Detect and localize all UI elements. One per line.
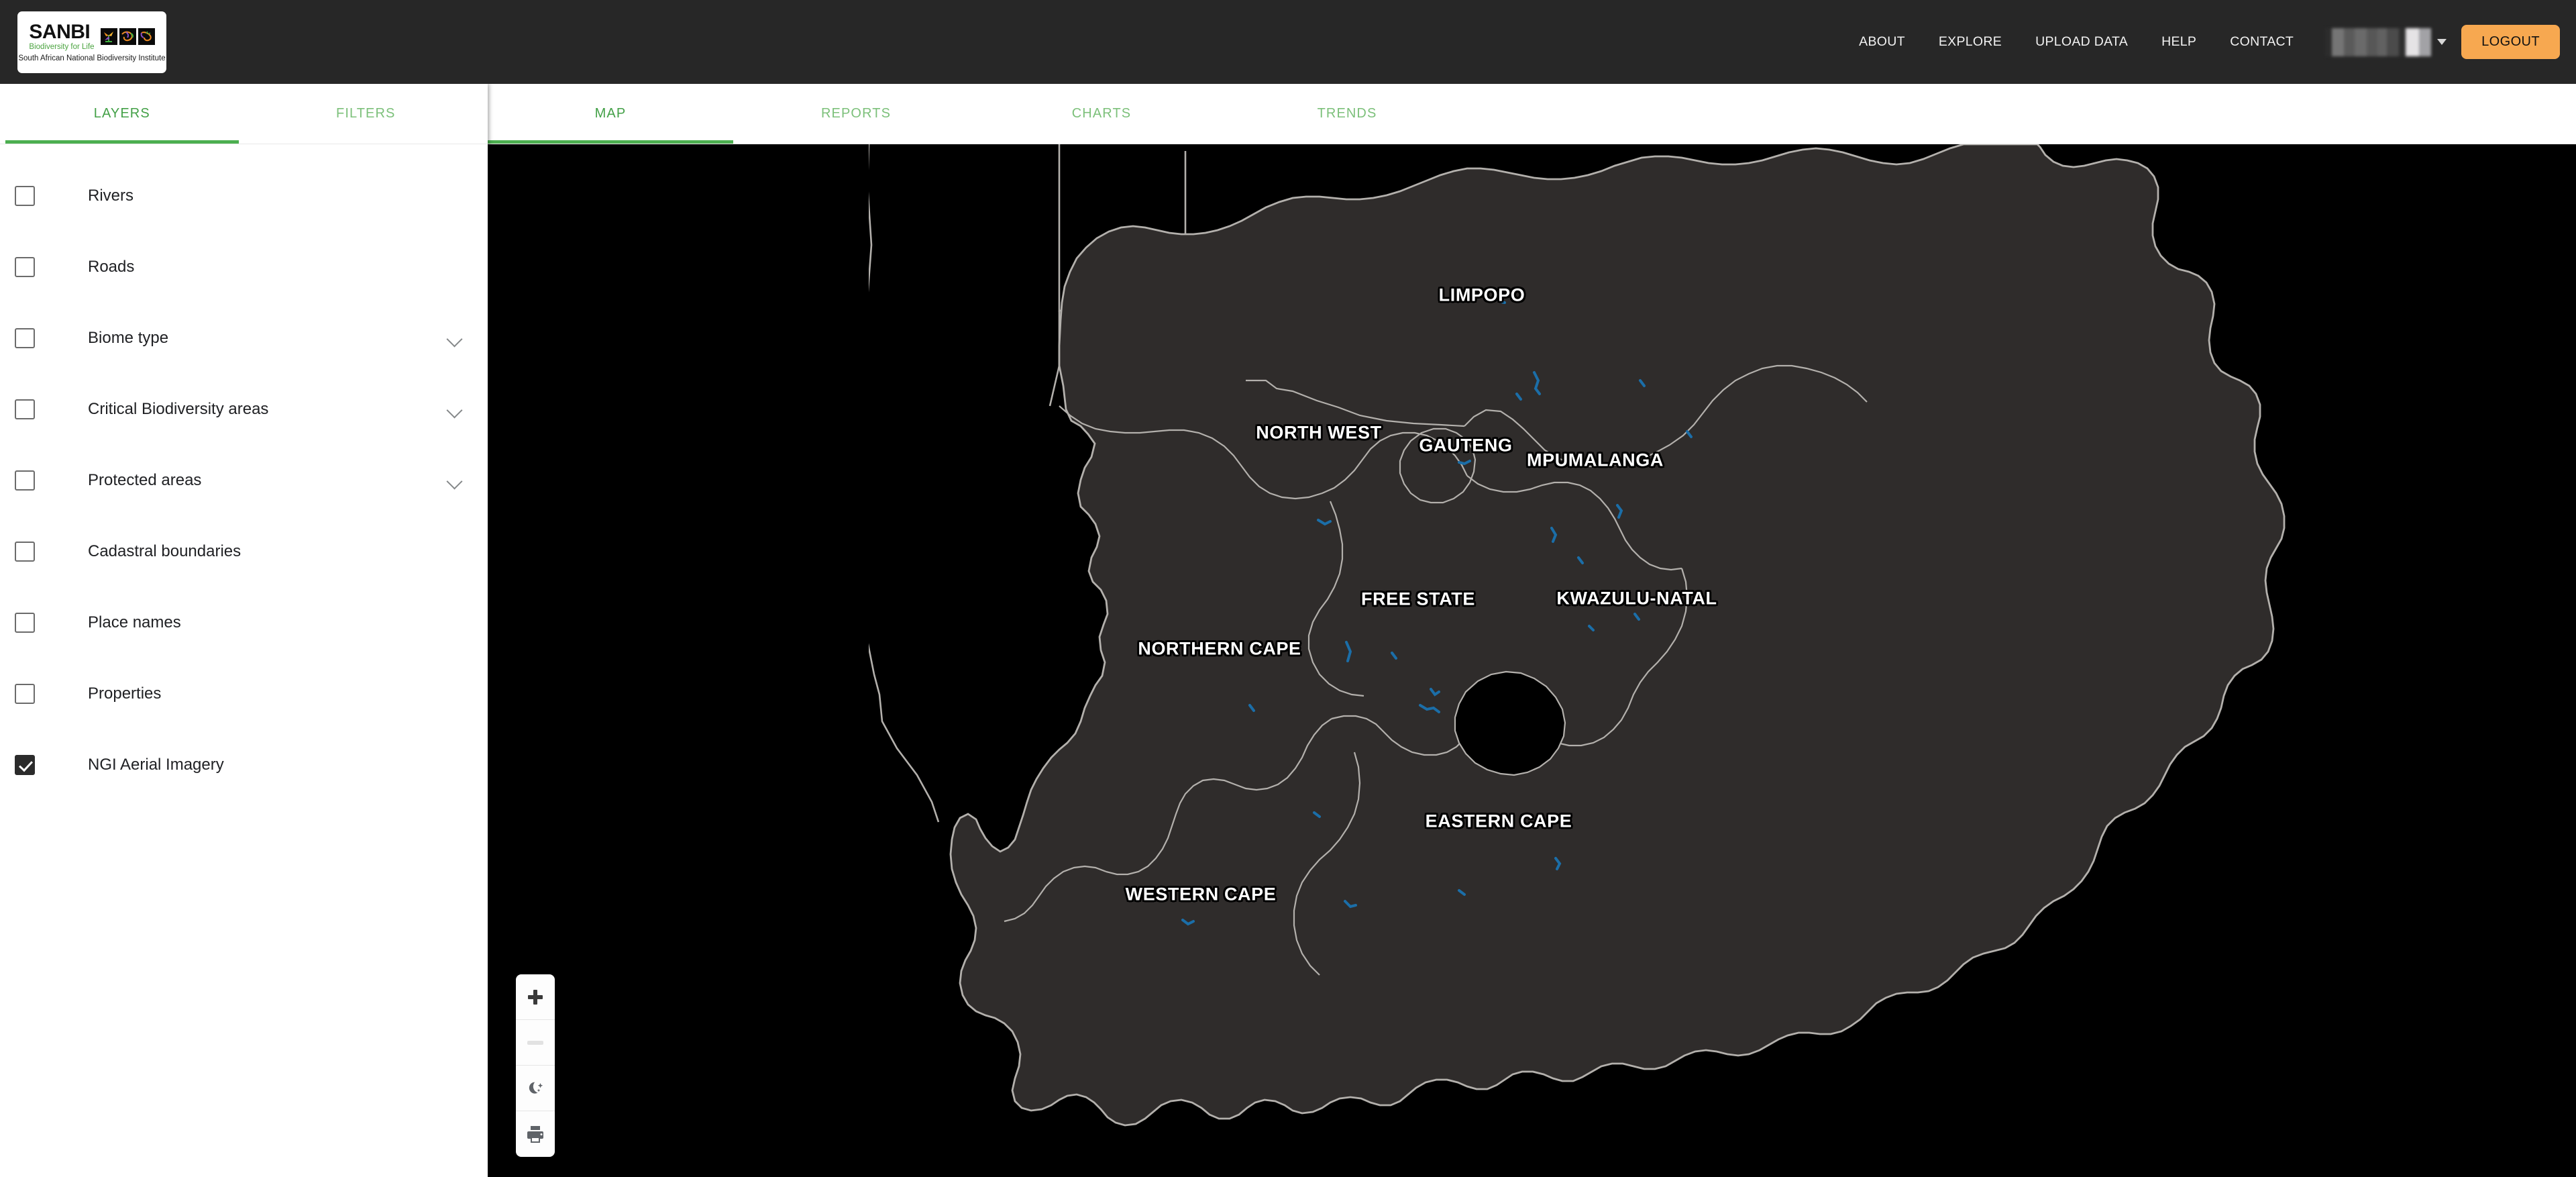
layer-row-protected-areas[interactable]: Protected areas — [0, 445, 488, 516]
logo-full-name: South African National Biodiversity Inst… — [18, 54, 166, 63]
layer-label-roads: Roads — [88, 258, 135, 276]
checkbox-roads[interactable] — [15, 257, 35, 277]
checkbox-protected-areas[interactable] — [15, 470, 35, 491]
sanbi-logo[interactable]: SANBI Biodiversity for Life South Africa… — [17, 11, 166, 73]
main-tab-bar: MAP REPORTS CHARTS TRENDS — [488, 84, 2576, 144]
layer-label-ngi-aerial-imagery: NGI Aerial Imagery — [88, 756, 224, 774]
checkbox-biome-type[interactable] — [15, 328, 35, 348]
sidebar-tab-bar: LAYERS FILTERS — [0, 84, 488, 144]
tab-trends[interactable]: TRENDS — [1224, 84, 1470, 144]
layer-label-place-names: Place names — [88, 613, 181, 631]
layer-row-roads[interactable]: Roads — [0, 232, 488, 303]
layer-row-properties[interactable]: Properties — [0, 658, 488, 729]
layer-row-place-names[interactable]: Place names — [0, 587, 488, 658]
nav-link-upload-data[interactable]: UPLOAD DATA — [2019, 28, 2145, 56]
logo-brand-name: SANBI — [29, 20, 91, 43]
layer-label-rivers: Rivers — [88, 187, 134, 205]
layer-label-properties: Properties — [88, 684, 162, 703]
nav-link-about[interactable]: ABOUT — [1842, 28, 1922, 56]
south-africa-landmass — [949, 144, 2286, 1127]
moon-stars-icon — [529, 1082, 543, 1094]
printer-icon — [527, 1126, 543, 1143]
tab-layers[interactable]: LAYERS — [0, 84, 244, 144]
app-root: { "brand": { "name": "SANBI", "tagline":… — [0, 0, 2576, 1177]
minus-icon — [527, 1040, 543, 1045]
tab-reports[interactable]: REPORTS — [733, 84, 979, 144]
layer-row-rivers[interactable]: Rivers — [0, 160, 488, 232]
main-panel: MAP REPORTS CHARTS TRENDS LIMPOPO NORTH … — [488, 84, 2576, 1177]
zoom-in-button[interactable] — [516, 974, 555, 1020]
logo-icon-tiles — [100, 28, 155, 45]
layer-label-critical-biodiversity-areas: Critical Biodiversity areas — [88, 400, 269, 418]
zoom-out-button[interactable] — [516, 1020, 555, 1066]
logo-top-row: SANBI Biodiversity for Life — [29, 20, 155, 52]
layer-label-cadastral-boundaries: Cadastral boundaries — [88, 542, 241, 560]
layer-row-cadastral-boundaries[interactable]: Cadastral boundaries — [0, 516, 488, 587]
layer-row-biome-type[interactable]: Biome type — [0, 303, 488, 374]
plus-icon — [527, 989, 543, 1005]
chevron-down-icon-critical-biodiversity-areas[interactable] — [446, 401, 464, 418]
map-canvas[interactable]: LIMPOPO NORTH WEST GAUTENG MPUMALANGA FR… — [488, 144, 2576, 1177]
layers-sidebar: LAYERS FILTERS Rivers Roads Biome type C… — [0, 84, 488, 1177]
checkbox-rivers[interactable] — [15, 186, 35, 206]
user-account-menu[interactable] — [2325, 28, 2447, 56]
checkbox-critical-biodiversity-areas[interactable] — [15, 399, 35, 419]
chevron-down-icon-protected-areas[interactable] — [446, 472, 464, 489]
tab-charts[interactable]: CHARTS — [979, 84, 1224, 144]
nav-link-explore[interactable]: EXPLORE — [1922, 28, 2019, 56]
tab-map[interactable]: MAP — [488, 84, 733, 144]
layer-row-ngi-aerial-imagery[interactable]: NGI Aerial Imagery — [0, 729, 488, 801]
south-africa-map-svg — [488, 144, 2286, 1177]
bird-icon — [119, 28, 136, 45]
gecko-icon — [138, 28, 155, 45]
print-button[interactable] — [516, 1111, 555, 1157]
layer-label-protected-areas: Protected areas — [88, 471, 202, 489]
layer-list: Rivers Roads Biome type Critical Biodive… — [0, 144, 488, 801]
main-navigation: ABOUT EXPLORE UPLOAD DATA HELP CONTACT L… — [1842, 25, 2576, 59]
logo-wordmark: SANBI Biodiversity for Life — [29, 20, 95, 52]
checkbox-cadastral-boundaries[interactable] — [15, 542, 35, 562]
chevron-down-icon-biome-type[interactable] — [446, 329, 464, 347]
checkbox-place-names[interactable] — [15, 613, 35, 633]
strelitzia-flower-icon — [100, 28, 117, 45]
nav-link-help[interactable]: HELP — [2145, 28, 2213, 56]
logo-tagline: Biodiversity for Life — [29, 42, 95, 51]
logout-button[interactable]: LOGOUT — [2461, 25, 2560, 59]
username-redacted — [2325, 28, 2432, 56]
checkbox-properties[interactable] — [15, 684, 35, 704]
layer-label-biome-type: Biome type — [88, 329, 169, 347]
nav-link-contact[interactable]: CONTACT — [2213, 28, 2310, 56]
map-controls — [516, 974, 555, 1157]
layer-row-critical-biodiversity-areas[interactable]: Critical Biodiversity areas — [0, 374, 488, 445]
night-mode-button[interactable] — [516, 1066, 555, 1111]
chevron-down-icon — [2437, 39, 2447, 45]
top-header: SANBI Biodiversity for Life South Africa… — [0, 0, 2576, 84]
checkbox-ngi-aerial-imagery[interactable] — [15, 755, 35, 775]
tab-filters[interactable]: FILTERS — [244, 84, 488, 144]
